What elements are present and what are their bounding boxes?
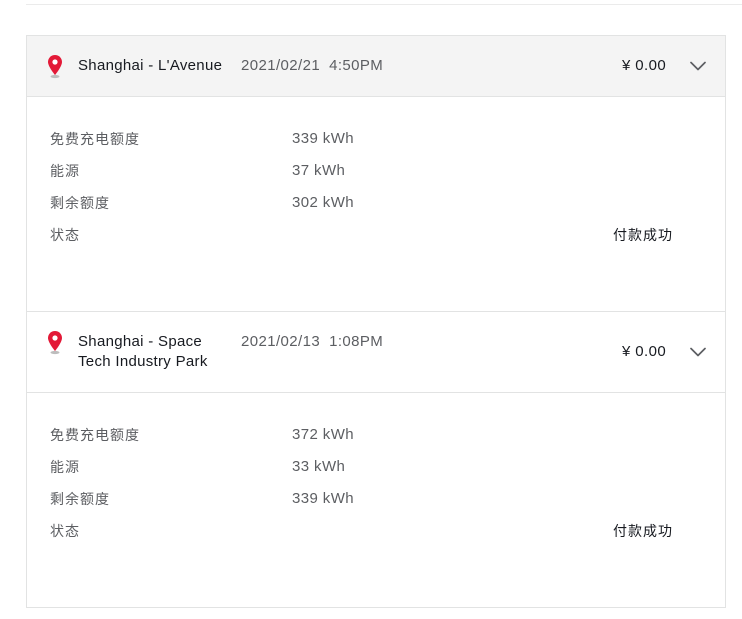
detail-value: 37 kWh: [292, 162, 346, 179]
detail-value: 339 kWh: [292, 490, 354, 507]
detail-row-free-credit: 免费充电额度 339 kWh: [27, 123, 725, 155]
detail-row-energy: 能源 33 kWh: [27, 451, 725, 483]
location-pin-icon: [48, 331, 62, 355]
status-value: 付款成功: [613, 227, 673, 243]
transaction-amount: ¥ 0.00: [622, 343, 667, 360]
transaction-amount: ¥ 0.00: [622, 57, 667, 74]
location-name: Shanghai - Space Tech Industry Park: [78, 333, 208, 370]
detail-row-free-credit: 免费充电额度 372 kWh: [27, 419, 725, 451]
detail-label: 状态: [50, 227, 80, 243]
detail-value: 33 kWh: [292, 458, 346, 475]
detail-value: 339 kWh: [292, 130, 354, 147]
detail-label: 能源: [50, 163, 80, 179]
detail-label: 剩余额度: [50, 195, 110, 211]
divider: [26, 4, 742, 5]
detail-row-status: 状态 付款成功: [27, 515, 725, 547]
location-name: Shanghai - L'Avenue: [78, 57, 223, 74]
detail-value: 302 kWh: [292, 194, 354, 211]
transaction-header[interactable]: Shanghai - Space Tech Industry Park 2021…: [27, 312, 725, 393]
transaction-datetime: 2021/02/21 4:50PM: [241, 56, 383, 76]
transaction-card: Shanghai - L'Avenue 2021/02/21 4:50PM ¥ 0…: [27, 36, 725, 311]
detail-label: 剩余额度: [50, 491, 110, 507]
transaction-card: Shanghai - Space Tech Industry Park 2021…: [27, 311, 725, 607]
detail-row-remaining-credit: 剩余额度 302 kWh: [27, 187, 725, 219]
detail-row-remaining-credit: 剩余额度 339 kWh: [27, 483, 725, 515]
status-value: 付款成功: [613, 523, 673, 539]
transaction-time: 4:50PM: [329, 57, 384, 74]
transaction-date: 2021/02/13: [241, 333, 321, 350]
detail-label: 能源: [50, 459, 80, 475]
chevron-down-icon[interactable]: [690, 347, 706, 357]
detail-row-status: 状态 付款成功: [27, 219, 725, 251]
transaction-datetime: 2021/02/13 1:08PM: [241, 332, 383, 352]
detail-label: 免费充电额度: [50, 131, 140, 147]
detail-label: 免费充电额度: [50, 427, 140, 443]
transaction-header[interactable]: Shanghai - L'Avenue 2021/02/21 4:50PM ¥ 0…: [27, 36, 725, 97]
detail-row-energy: 能源 37 kWh: [27, 155, 725, 187]
chevron-down-icon[interactable]: [690, 61, 706, 71]
transaction-details: 免费充电额度 339 kWh 能源 37 kWh 剩余额度 302 kWh 状态…: [27, 97, 725, 311]
transaction-date: 2021/02/21: [241, 57, 321, 74]
transaction-details: 免费充电额度 372 kWh 能源 33 kWh 剩余额度 339 kWh 状态…: [27, 393, 725, 607]
detail-value: 372 kWh: [292, 426, 354, 443]
transaction-time: 1:08PM: [329, 333, 384, 350]
charging-history-list: Shanghai - L'Avenue 2021/02/21 4:50PM ¥ 0…: [26, 35, 726, 608]
location-pin-icon: [48, 55, 62, 79]
detail-label: 状态: [50, 523, 80, 539]
